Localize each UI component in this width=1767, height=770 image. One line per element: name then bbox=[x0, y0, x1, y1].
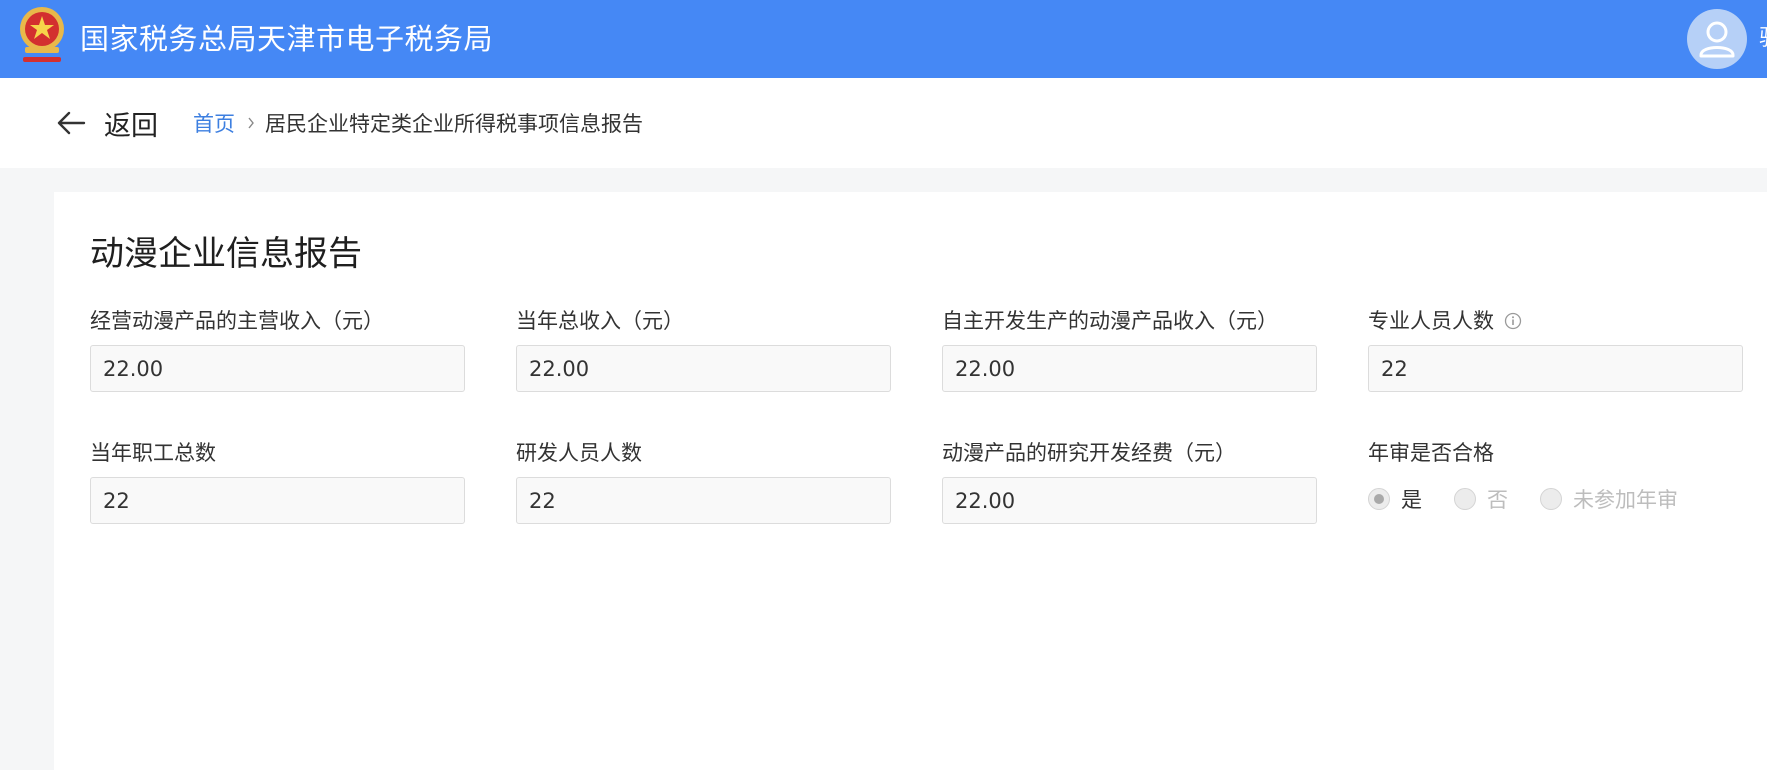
breadcrumb-home-link[interactable]: 首页 bbox=[193, 108, 235, 138]
field-annual-review: 年审是否合格 是 否 未参加年审 bbox=[1368, 438, 1767, 514]
radio-label: 是 bbox=[1401, 488, 1422, 512]
radio-option-no[interactable]: 否 bbox=[1454, 484, 1508, 514]
field-label: 动漫产品的研究开发经费（元） bbox=[942, 441, 1236, 465]
chevron-right-icon bbox=[247, 117, 255, 129]
breadcrumb-current-page: 居民企业特定类企业所得税事项信息报告 bbox=[265, 112, 643, 136]
field-rnd-staff: 研发人员人数 22 bbox=[516, 438, 891, 524]
radio-button-selected[interactable] bbox=[1368, 488, 1390, 510]
back-button[interactable]: 返回 bbox=[56, 101, 158, 145]
field-professional-staff: 专业人员人数 22 bbox=[1368, 306, 1743, 392]
self-developed-revenue-input[interactable]: 22.00 bbox=[942, 345, 1317, 392]
info-icon[interactable] bbox=[1504, 312, 1522, 330]
field-main-revenue: 经营动漫产品的主营收入（元） 22.00 bbox=[90, 306, 465, 392]
field-label: 当年职工总数 bbox=[90, 441, 216, 465]
field-label: 自主开发生产的动漫产品收入（元） bbox=[942, 309, 1278, 333]
field-label: 专业人员人数 bbox=[1368, 306, 1743, 336]
radio-button[interactable] bbox=[1540, 488, 1562, 510]
field-rnd-expense: 动漫产品的研究开发经费（元） 22.00 bbox=[942, 438, 1317, 524]
field-label: 年审是否合格 bbox=[1368, 441, 1494, 465]
form-card: 动漫企业信息报告 经营动漫产品的主营收入（元） 22.00 当年总收入（元） 2… bbox=[54, 192, 1767, 770]
user-icon bbox=[1699, 21, 1735, 58]
breadcrumb: 首页 居民企业特定类企业所得税事项信息报告 bbox=[193, 101, 643, 145]
radio-option-yes[interactable]: 是 bbox=[1368, 484, 1422, 514]
field-total-employees: 当年职工总数 22 bbox=[90, 438, 465, 524]
radio-label: 否 bbox=[1487, 488, 1508, 512]
rnd-expense-input[interactable]: 22.00 bbox=[942, 477, 1317, 524]
field-self-developed-revenue: 自主开发生产的动漫产品收入（元） 22.00 bbox=[942, 306, 1317, 392]
field-label: 经营动漫产品的主营收入（元） bbox=[90, 309, 384, 333]
annual-review-radio-group: 是 否 未参加年审 bbox=[1368, 484, 1767, 514]
top-header-bar: 国家税务总局天津市电子税务局 骈 bbox=[0, 0, 1767, 78]
radio-label: 未参加年审 bbox=[1573, 488, 1678, 512]
professional-staff-input[interactable]: 22 bbox=[1368, 345, 1743, 392]
professional-staff-label: 专业人员人数 bbox=[1368, 309, 1494, 333]
left-gutter bbox=[0, 168, 54, 770]
user-name[interactable]: 骈 bbox=[1759, 0, 1767, 78]
rnd-staff-input[interactable]: 22 bbox=[516, 477, 891, 524]
field-label: 研发人员人数 bbox=[516, 441, 642, 465]
radio-button[interactable] bbox=[1454, 488, 1476, 510]
section-title: 动漫企业信息报告 bbox=[90, 234, 362, 274]
total-revenue-input[interactable]: 22.00 bbox=[516, 345, 891, 392]
back-label: 返回 bbox=[104, 110, 158, 142]
field-total-revenue: 当年总收入（元） 22.00 bbox=[516, 306, 891, 392]
user-avatar[interactable] bbox=[1687, 9, 1747, 69]
radio-option-not-participated[interactable]: 未参加年审 bbox=[1540, 484, 1678, 514]
site-title: 国家税务总局天津市电子税务局 bbox=[80, 22, 494, 56]
tax-emblem-icon bbox=[20, 7, 64, 62]
field-label: 当年总收入（元） bbox=[516, 309, 684, 333]
arrow-left-icon bbox=[57, 111, 86, 135]
main-revenue-input[interactable]: 22.00 bbox=[90, 345, 465, 392]
navigation-bar: 返回 首页 居民企业特定类企业所得税事项信息报告 bbox=[0, 78, 1767, 168]
total-employees-input[interactable]: 22 bbox=[90, 477, 465, 524]
